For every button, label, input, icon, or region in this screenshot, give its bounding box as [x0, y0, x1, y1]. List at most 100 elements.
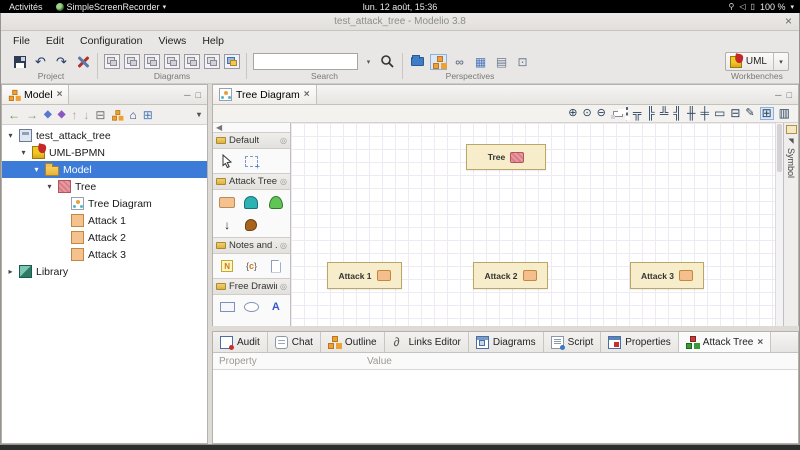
distribute-horizontal-button[interactable]: ╫ [687, 108, 696, 119]
expand-arrow-icon[interactable]: ▾ [32, 165, 41, 174]
window-close-button[interactable]: × [785, 14, 792, 28]
bottom-tab-chat[interactable]: Chat [268, 332, 321, 352]
search-dropdown-button[interactable]: ▾ [362, 53, 375, 70]
palette-tool-ellipse[interactable] [239, 299, 263, 315]
close-icon[interactable]: × [757, 337, 763, 348]
palette-tool-marquee[interactable] [239, 153, 263, 169]
search-button[interactable] [379, 53, 396, 70]
tree-item-model[interactable]: ▾Model [2, 161, 207, 178]
menu-edit[interactable]: Edit [39, 33, 71, 49]
links-perspective-button[interactable]: ∞ [451, 54, 468, 70]
menu-views[interactable]: Views [151, 33, 193, 49]
symbol-collapsed-panel[interactable]: ◥ Symbol [783, 123, 798, 326]
workbench-dropdown-button[interactable]: ▾ [773, 53, 788, 70]
redo-button[interactable]: ↷ [53, 53, 70, 70]
scrollbar-thumb[interactable] [777, 124, 782, 172]
pin-icon[interactable]: ◎ [280, 282, 287, 291]
matrix-diagram-button[interactable] [224, 54, 240, 69]
tree-item-attack-1[interactable]: Attack 1 [2, 212, 207, 229]
expand-arrow-icon[interactable]: ▾ [45, 182, 54, 191]
project-perspective-button[interactable] [409, 54, 426, 70]
bottom-tab-attack-tree[interactable]: Attack Tree× [679, 332, 771, 352]
next-selection-icon[interactable]: ◆ [58, 109, 66, 121]
package-diagram-button[interactable] [124, 54, 140, 69]
canvas-node-attack-2[interactable]: Attack 2 [473, 262, 548, 289]
bottom-tab-links-editor[interactable]: Links Editor [385, 332, 469, 352]
pin-icon[interactable]: ◎ [280, 177, 287, 186]
search-input[interactable] [253, 53, 358, 70]
palette-tool-and-gate[interactable] [239, 194, 263, 210]
menu-file[interactable]: File [6, 33, 37, 49]
tree-item-tree-diagram[interactable]: Tree Diagram [2, 195, 207, 212]
tree-item-tree[interactable]: ▾Tree [2, 178, 207, 195]
palette-tool-text[interactable]: A [264, 299, 288, 315]
align-bottom-button[interactable]: ╩ [660, 108, 669, 119]
palette-tool-constraint[interactable]: {c} [239, 258, 263, 274]
palette-section-attack-tree[interactable]: Attack Tree◎ [213, 173, 290, 190]
view-menu-icon[interactable]: ▾ [197, 109, 201, 121]
system-status-area[interactable]: ⚲ ◁ ▯ 100 % ▾ [729, 2, 794, 12]
canvas-node-attack-3[interactable]: Attack 3 [630, 262, 704, 289]
page-layout-button[interactable]: ▥ [779, 108, 790, 119]
palette-tool-document[interactable] [264, 258, 288, 274]
palette-tool-or-gate[interactable] [264, 194, 288, 210]
palette-tool-select[interactable] [215, 153, 239, 169]
props-body[interactable] [213, 370, 798, 443]
expand-arrow-icon[interactable]: ▸ [6, 267, 15, 276]
model-perspective-button[interactable] [430, 54, 447, 70]
expand-arrow-icon[interactable]: ▾ [19, 148, 28, 157]
expand-arrow-icon[interactable]: ▾ [6, 131, 15, 140]
state-diagram-button[interactable] [204, 54, 220, 69]
bottom-tab-diagrams[interactable]: Diagrams [469, 332, 544, 352]
close-icon[interactable]: × [304, 89, 310, 100]
bottom-tab-outline[interactable]: Outline [321, 332, 385, 352]
minimize-icon[interactable]: ─ [184, 90, 190, 100]
palette-tool-attack[interactable] [215, 194, 239, 210]
save-button[interactable] [11, 53, 28, 70]
canvas-node-attack-1[interactable]: Attack 1 [327, 262, 402, 289]
home-icon[interactable]: ⌂ [129, 109, 136, 121]
canvas-vertical-scrollbar[interactable] [775, 123, 783, 326]
previous-selection-icon[interactable]: ◆ [44, 109, 52, 121]
flat-view-icon[interactable]: ⊞ [143, 109, 153, 121]
palette-tool-link[interactable]: ↓ [215, 217, 239, 233]
matrix-perspective-button[interactable]: ▦ [472, 54, 489, 70]
pin-icon[interactable]: ◎ [280, 136, 287, 145]
palette-section-default[interactable]: Default◎ [213, 132, 290, 149]
undo-button[interactable]: ↶ [32, 53, 49, 70]
same-height-button[interactable]: ⊟ [730, 108, 740, 119]
minimize-icon[interactable]: ─ [775, 90, 781, 100]
palette-section-notes-and[interactable]: Notes and ...◎ [213, 237, 290, 254]
hierarchy-perspective-button[interactable]: ▤ [493, 54, 510, 70]
tree-item-attack-2[interactable]: Attack 2 [2, 229, 207, 246]
tree-view-icon[interactable] [113, 110, 123, 120]
back-button[interactable]: ← [8, 109, 20, 121]
deployment-diagram-button[interactable] [164, 54, 180, 69]
collapse-all-icon[interactable]: ⊟ [95, 109, 105, 121]
workbench-selector[interactable]: UML ▾ [725, 52, 789, 71]
tree-item-test-attack-tree[interactable]: ▾test_attack_tree [2, 127, 207, 144]
dialog-perspective-button[interactable]: ⊡ [514, 54, 531, 70]
restore-panel-icon[interactable]: ◥ [788, 137, 793, 145]
align-top-button[interactable]: ╦ [633, 108, 642, 119]
align-left-button[interactable]: ╠ [646, 108, 655, 119]
palette-tool-rectangle[interactable] [215, 299, 239, 315]
zoom-out-button[interactable]: ⊖ [597, 108, 606, 119]
tab-tree-diagram[interactable]: Tree Diagram × [213, 85, 317, 104]
tree-item-attack-3[interactable]: Attack 3 [2, 246, 207, 263]
maximize-icon[interactable]: □ [196, 90, 201, 100]
distribute-vertical-button[interactable]: ╪ [700, 108, 709, 119]
forward-button[interactable]: → [26, 109, 38, 121]
bottom-tab-properties[interactable]: Properties [601, 332, 679, 352]
sequence-diagram-button[interactable] [184, 54, 200, 69]
bottom-tab-audit[interactable]: Audit [213, 332, 268, 352]
format-brush-button[interactable]: ✎ [745, 108, 754, 119]
same-width-button[interactable]: ▭ [714, 108, 725, 119]
menu-help[interactable]: Help [195, 33, 231, 49]
title-bar[interactable]: test_attack_tree - Modelio 3.8 × [1, 13, 799, 31]
canvas-node-tree[interactable]: Tree [466, 144, 546, 170]
align-right-button[interactable]: ╣ [673, 108, 682, 119]
menu-configuration[interactable]: Configuration [73, 33, 149, 49]
project-settings-button[interactable] [74, 53, 91, 70]
zoom-100-button[interactable]: ⊙ [582, 108, 591, 119]
